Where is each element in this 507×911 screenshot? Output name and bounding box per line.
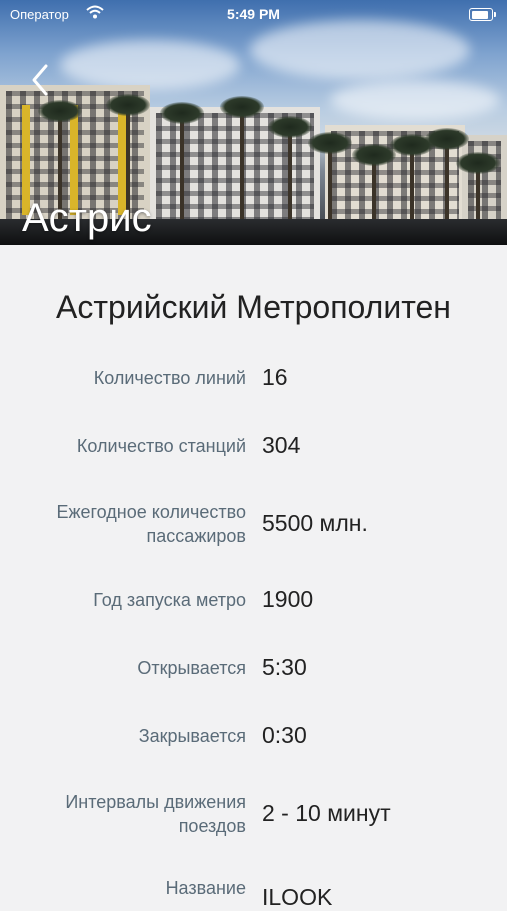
info-label: Количество линий <box>93 368 246 388</box>
info-label: Ежегодное количество пассажиров <box>56 502 246 546</box>
info-label: Открывается <box>137 658 246 678</box>
metro-title: Астрийский Метрополитен <box>56 289 451 325</box>
info-label: Закрывается <box>138 726 246 746</box>
info-value: 0:30 <box>262 722 307 748</box>
info-label: Год запуска метро <box>93 590 246 610</box>
back-button[interactable] <box>24 62 60 98</box>
info-value: 5:30 <box>262 654 307 680</box>
info-value: 2 - 10 минут <box>262 800 391 826</box>
info-label: Количество станций <box>76 436 246 456</box>
city-title: Астрис <box>22 196 152 240</box>
status-time: 5:49 PM <box>227 6 280 22</box>
chevron-left-icon <box>32 64 48 96</box>
info-value: ILOOK <box>262 884 333 910</box>
info-label: Название <box>165 878 246 898</box>
info-value: 16 <box>262 364 288 390</box>
info-value: 304 <box>262 432 301 458</box>
info-value: 5500 млн. <box>262 510 368 536</box>
status-bar: Оператор 5:49 PM <box>0 0 507 28</box>
battery-level <box>471 10 488 19</box>
battery-icon <box>469 8 496 21</box>
info-label: Интервалы движения поездов <box>65 792 246 836</box>
info-value: 1900 <box>262 586 314 612</box>
